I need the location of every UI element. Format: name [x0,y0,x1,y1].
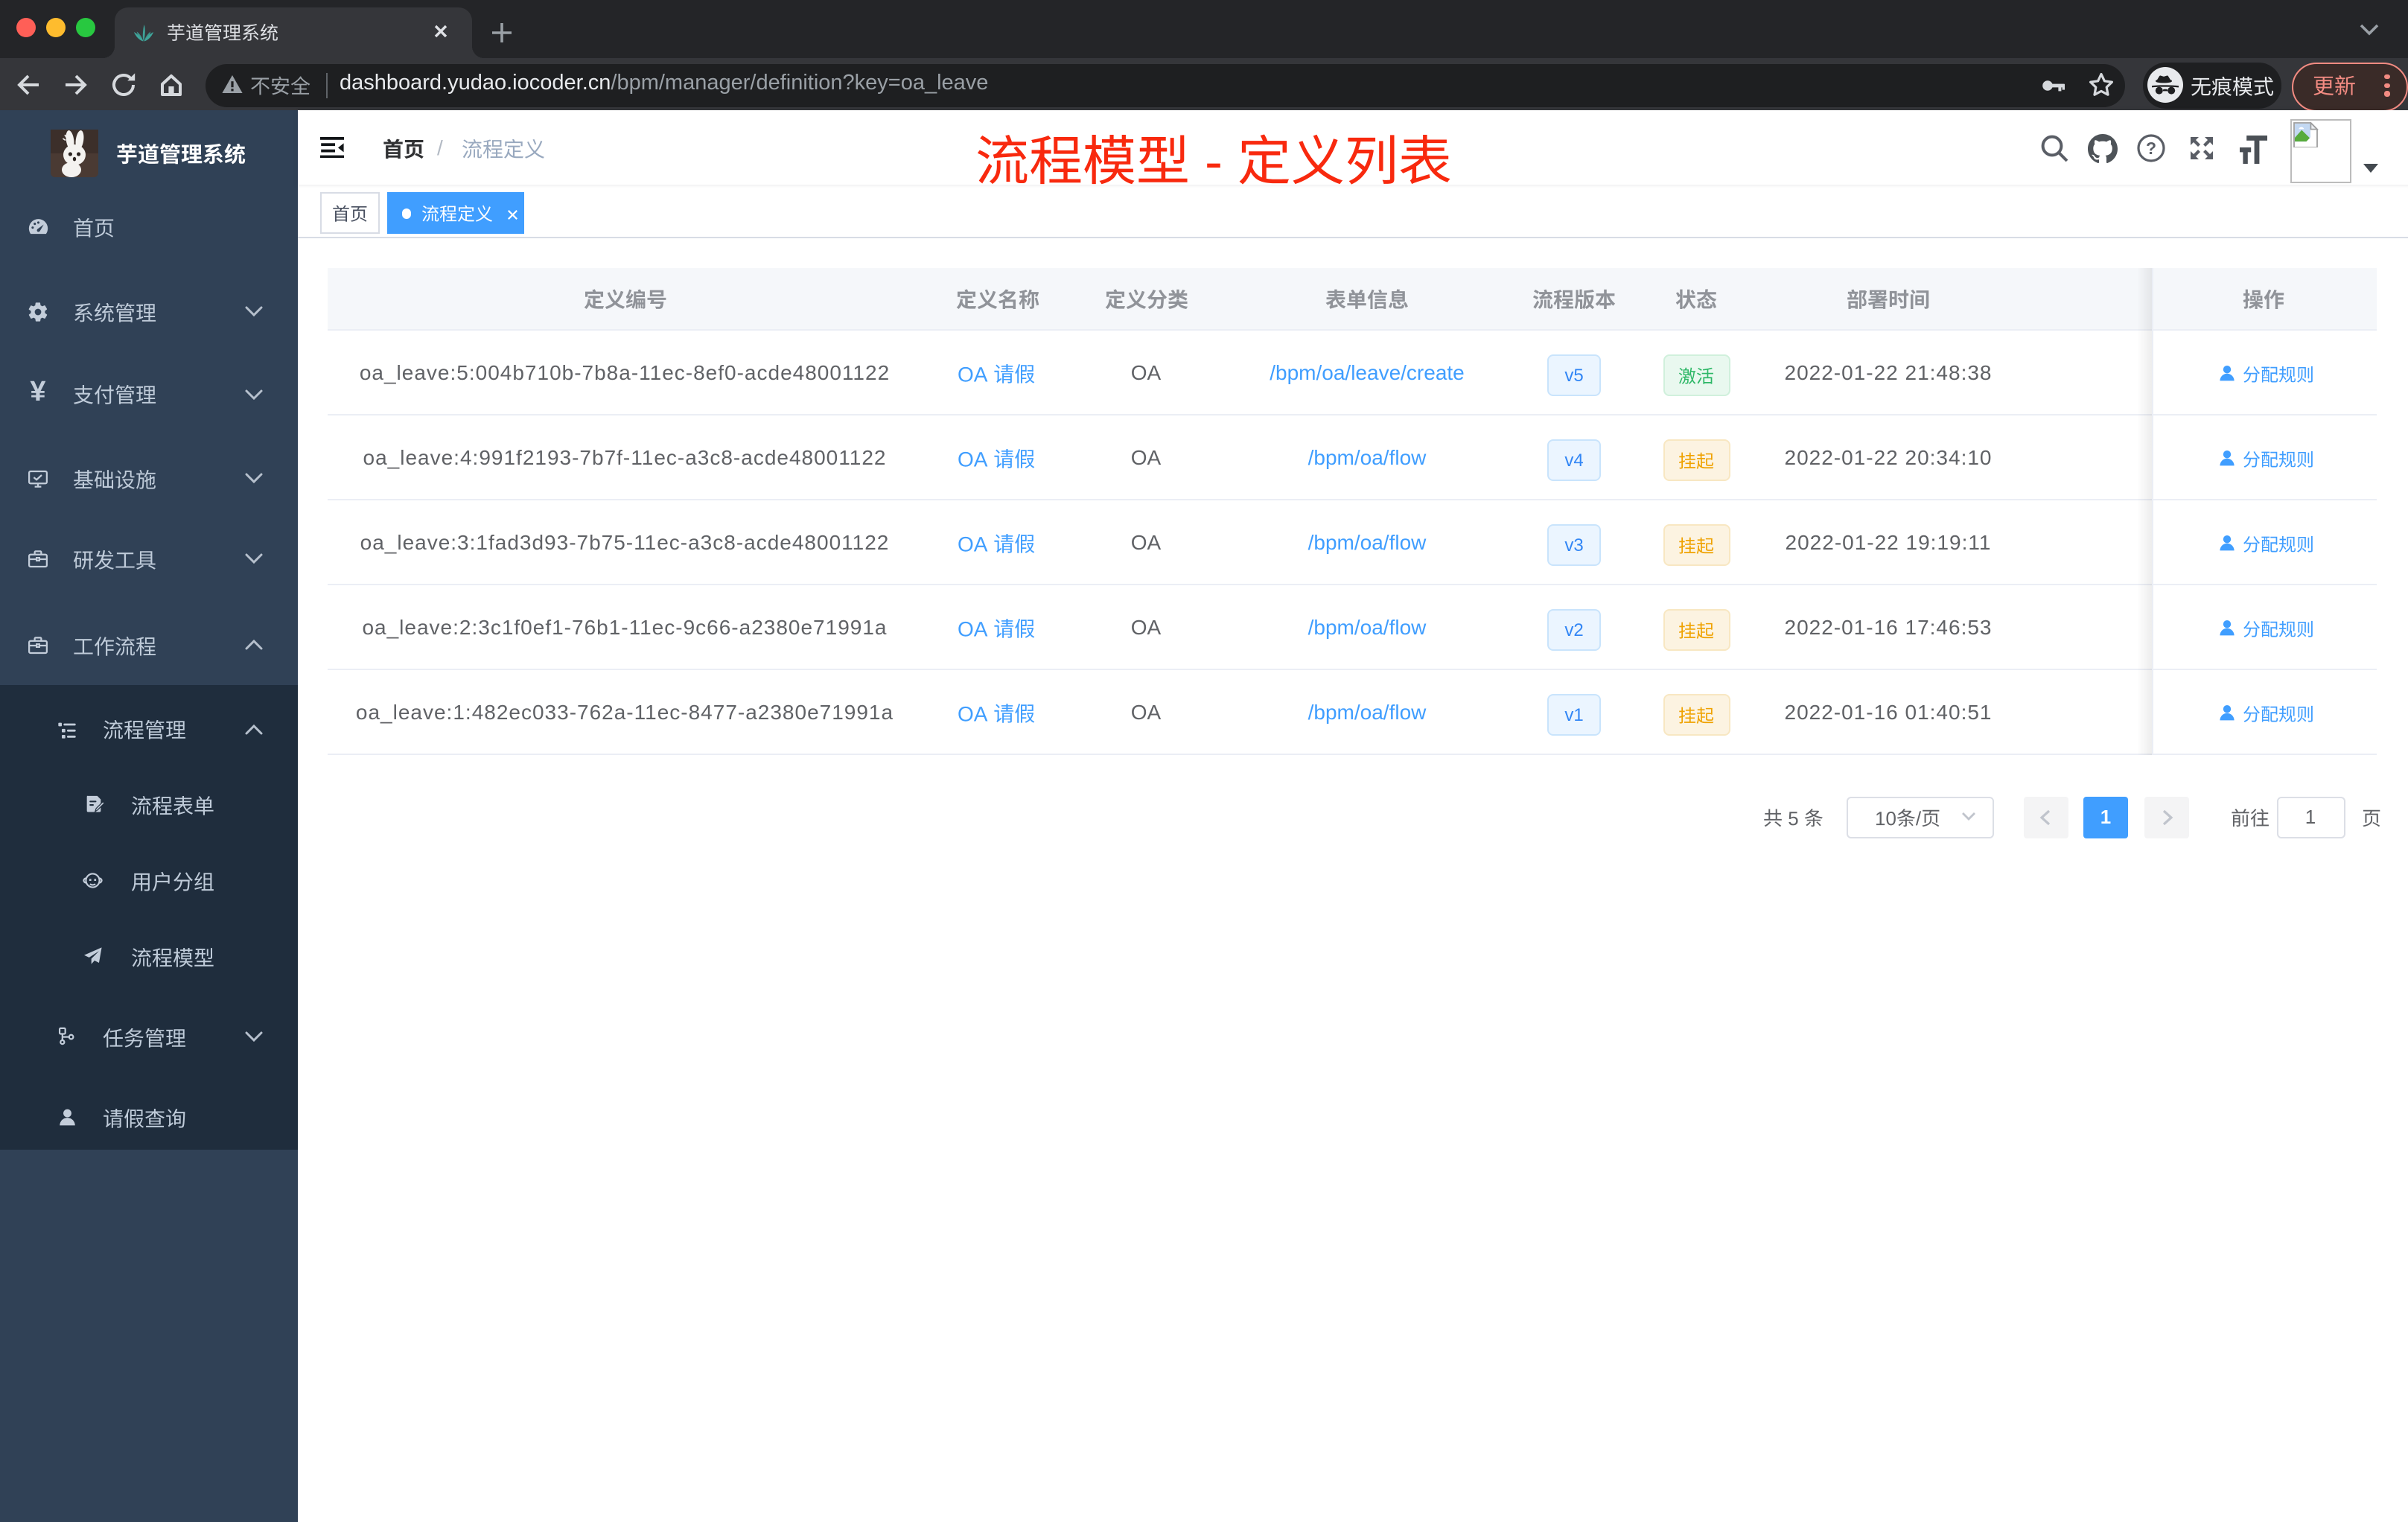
svg-text:?: ? [2145,138,2156,157]
